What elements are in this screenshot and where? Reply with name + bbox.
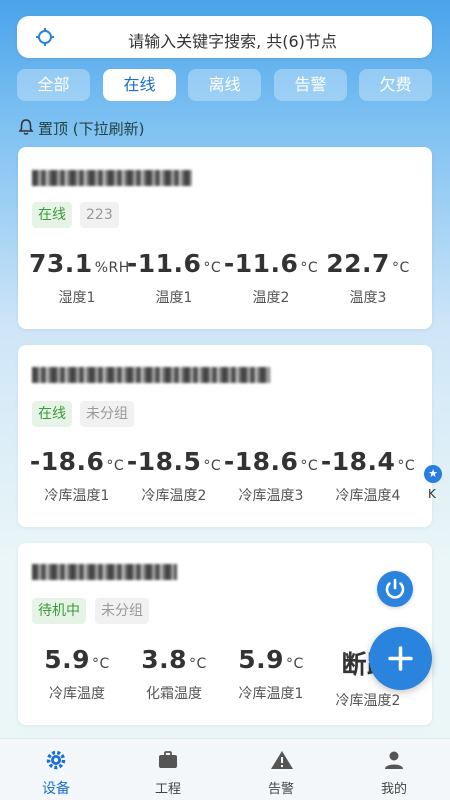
- metric: -18.4 °C 冷库温度4: [320, 447, 416, 505]
- metric: 5.9 °C 冷库温度1: [223, 645, 319, 703]
- tab-offline[interactable]: 离线: [188, 69, 261, 101]
- tab-all[interactable]: 全部: [17, 69, 90, 101]
- metric-value: 3.8: [141, 645, 187, 674]
- status-badge: 在线: [32, 202, 72, 228]
- device-name-blurred: [32, 170, 192, 186]
- metric: -11.6 °C 温度1: [126, 249, 222, 307]
- metric-label: 温度2: [252, 290, 290, 306]
- gear-icon: [46, 750, 66, 770]
- device-name-blurred: [32, 367, 270, 383]
- star-icon[interactable]: ★: [424, 465, 442, 483]
- metric-value: -18.5: [126, 447, 202, 476]
- metric-unit: °C: [203, 260, 222, 276]
- nav-label: 告警: [267, 782, 294, 797]
- metric-value: -18.6: [29, 447, 105, 476]
- tab-alarm[interactable]: 告警: [274, 69, 347, 101]
- metric-unit: °C: [286, 656, 304, 672]
- search-placeholder: 请输入关键字搜索, 共(6)节点: [128, 32, 337, 51]
- search-bar[interactable]: 请输入关键字搜索, 共(6)节点: [17, 16, 432, 58]
- metric-value: 5.9: [44, 645, 90, 674]
- metric-label: 冷库温度1: [238, 686, 304, 702]
- metric-label: 湿度1: [58, 290, 96, 306]
- device-card[interactable]: 在线 未分组 -18.6 °C 冷库温度1 -18.5 °C 冷库温度2 -18.6…: [18, 345, 432, 527]
- device-name-blurred: [32, 564, 177, 580]
- metric: -18.5 °C 冷库温度2: [126, 447, 222, 505]
- metric-unit: °C: [92, 656, 110, 672]
- nav-label: 工程: [154, 782, 181, 797]
- metric-label: 冷库温度4: [335, 488, 401, 504]
- metric: 73.1 %RH 湿度1: [29, 249, 129, 307]
- group-badge: 未分组: [80, 401, 134, 427]
- group-badge: 未分组: [95, 598, 149, 624]
- power-icon: [385, 578, 405, 599]
- device-card[interactable]: 在线 223 73.1 %RH 湿度1 -11.6 °C 温度1 -11.6 °C 温…: [18, 147, 432, 329]
- bottom-nav: 设备 工程 告警 我的: [0, 738, 450, 800]
- nav-alarms[interactable]: 告警: [225, 739, 337, 800]
- metric-value: -11.6: [223, 249, 299, 278]
- status-badge: 待机中: [32, 598, 86, 624]
- tab-online[interactable]: 在线: [103, 69, 176, 101]
- briefcase-icon: [159, 751, 177, 768]
- metric-unit: °C: [189, 656, 207, 672]
- metric: -11.6 °C 温度2: [223, 249, 319, 307]
- group-badge: 223: [80, 202, 119, 228]
- metric: 22.7 °C 温度3: [320, 249, 416, 307]
- metric-label: 化霜温度: [146, 686, 202, 702]
- metric-value: 73.1: [29, 249, 93, 278]
- side-letter[interactable]: K: [428, 487, 436, 501]
- metric-unit: °C: [391, 260, 410, 276]
- nav-projects[interactable]: 工程: [112, 739, 224, 800]
- nav-devices[interactable]: 设备: [0, 739, 112, 800]
- metric-value: -18.4: [320, 447, 396, 476]
- metric: 5.9 °C 冷库温度: [29, 645, 125, 703]
- metric-unit: °C: [106, 458, 125, 474]
- metric-label: 冷库温度2: [141, 488, 207, 504]
- metric-label: 冷库温度1: [44, 488, 110, 504]
- metric: -18.6 °C 冷库温度1: [29, 447, 125, 505]
- status-badge: 在线: [32, 401, 72, 427]
- warning-icon: [271, 751, 293, 769]
- metric-value: 22.7: [326, 249, 390, 278]
- nav-label: 我的: [380, 782, 407, 797]
- metric-label: 冷库温度: [49, 686, 105, 702]
- pinned-label: 置顶 (下拉刷新): [38, 120, 145, 138]
- plus-icon: [388, 646, 413, 671]
- metric-label: 温度1: [155, 290, 193, 306]
- metric-unit: °C: [300, 458, 319, 474]
- person-icon: [385, 751, 403, 769]
- metric-unit: %RH: [94, 260, 130, 276]
- metric-label: 冷库温度2: [335, 693, 401, 709]
- metric-value: -18.6: [223, 447, 299, 476]
- metric: -18.6 °C 冷库温度3: [223, 447, 319, 505]
- add-device-button[interactable]: [369, 627, 432, 690]
- metric: 3.8 °C 化霜温度: [126, 645, 222, 703]
- metric-value: 5.9: [238, 645, 284, 674]
- tab-arrears[interactable]: 欠费: [359, 69, 432, 101]
- nav-label: 设备: [42, 781, 70, 797]
- power-button[interactable]: [377, 571, 413, 607]
- filter-tabs: 全部 在线 离线 告警 欠费: [17, 69, 432, 101]
- metric-unit: °C: [203, 458, 222, 474]
- metric-unit: °C: [397, 458, 416, 474]
- metric-value: -11.6: [126, 249, 202, 278]
- metric-label: 冷库温度3: [238, 488, 304, 504]
- metric-unit: °C: [300, 260, 319, 276]
- metric-label: 温度3: [349, 290, 387, 306]
- nav-mine[interactable]: 我的: [338, 739, 450, 800]
- bell-icon: [18, 119, 34, 135]
